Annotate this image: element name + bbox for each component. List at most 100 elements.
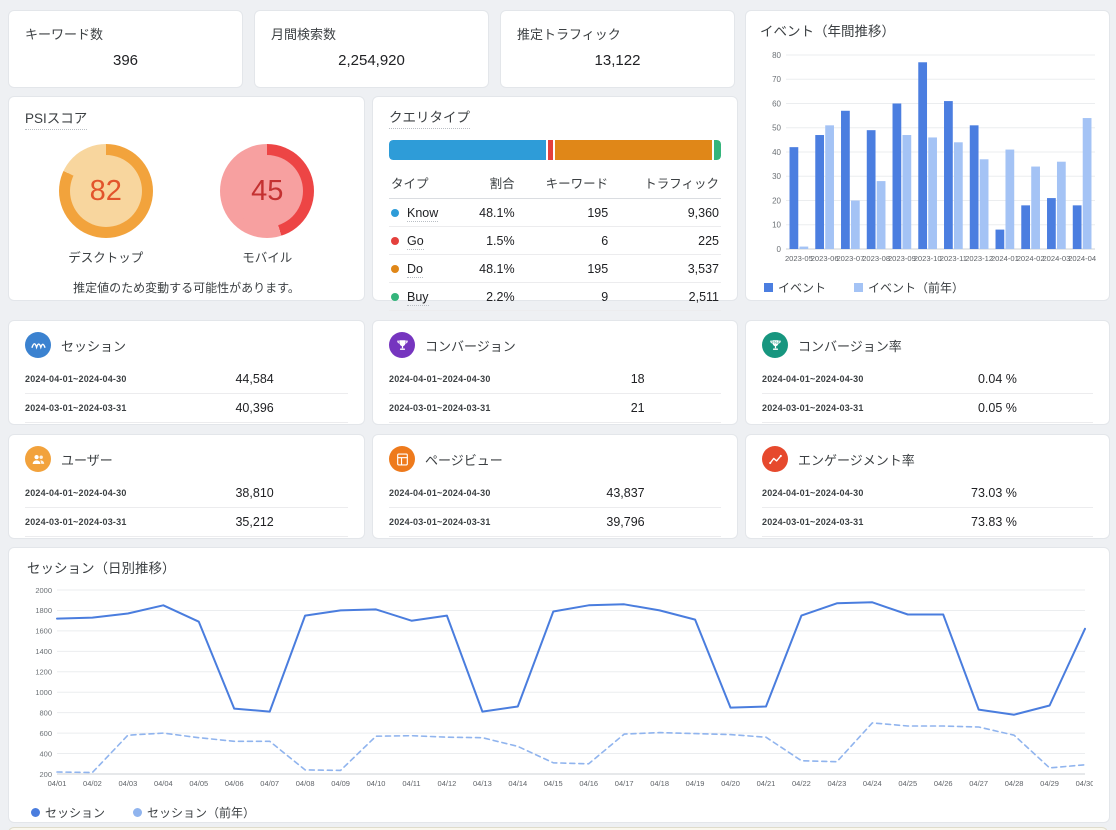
query-type-cell-share: 48.1% <box>461 255 516 283</box>
event-yearly-chart-card: イベント（年間推移） 010203040506070802023-052023-… <box>745 10 1110 301</box>
bar-current <box>815 135 824 249</box>
metric-period: 2024-03-01~2024-03-31 <box>389 403 491 413</box>
x-tick-label: 04/20 <box>721 779 740 788</box>
column-header-traffic: トラフィック <box>610 167 721 199</box>
bar-previous <box>980 159 989 249</box>
stacked-bar-segment <box>548 140 553 160</box>
x-tick-label: 04/18 <box>650 779 669 788</box>
x-tick-label: 04/15 <box>544 779 563 788</box>
query-type-label[interactable]: Do <box>407 262 423 278</box>
session-line-chart-svg: 20040060080010001200140016001800200004/0… <box>27 582 1093 796</box>
column-header-share: 割合 <box>461 167 516 199</box>
y-tick-label: 1000 <box>35 688 52 697</box>
query-type-stacked-bar <box>389 140 721 160</box>
metric-row: 2024-04-01~2024-04-30 43,837 <box>389 479 721 508</box>
y-tick-label: 0 <box>777 245 782 254</box>
users-icon <box>25 446 51 472</box>
metric-period: 2024-04-01~2024-04-30 <box>762 374 864 384</box>
event-chart-title: イベント（年間推移） <box>760 24 895 40</box>
psi-gauge-label: モバイル <box>220 247 314 266</box>
event-bar-chart: 010203040506070802023-052023-062023-0720… <box>760 45 1095 276</box>
query-type-label[interactable]: Go <box>407 234 424 250</box>
metric-period: 2024-03-01~2024-03-31 <box>25 517 127 527</box>
bar-previous <box>902 135 911 249</box>
metric-value: 44,584 <box>235 372 273 386</box>
metric-value: 73.03 % <box>971 486 1017 500</box>
metric-card-header: ページビュー <box>389 446 721 472</box>
y-tick-label: 40 <box>772 148 781 157</box>
x-tick-label: 04/06 <box>225 779 244 788</box>
metric-card: セッション2024-04-01~2024-04-3044,5842024-03-… <box>8 320 365 425</box>
session-chart-legend: セッションセッション（前年） <box>31 804 1091 821</box>
kpi-card-keyword-count: キーワード数 396 <box>8 10 243 88</box>
query-type-cell-keywords: 195 <box>517 255 611 283</box>
query-type-label[interactable]: Buy <box>407 290 429 306</box>
kpi-label: キーワード数 <box>25 24 226 43</box>
zigzag-chart-icon <box>762 446 788 472</box>
metric-period: 2024-04-01~2024-04-30 <box>389 488 491 498</box>
x-tick-label: 04/10 <box>367 779 386 788</box>
y-tick-label: 80 <box>772 51 781 60</box>
metric-period: 2024-04-01~2024-04-30 <box>25 374 127 384</box>
type-color-dot-icon <box>391 293 399 301</box>
x-tick-label: 2024-03 <box>1042 254 1070 263</box>
bar-current <box>944 101 953 249</box>
metric-value: 73.83 % <box>971 515 1017 529</box>
y-tick-label: 1400 <box>35 647 52 656</box>
metric-row: 2024-04-01~2024-04-30 73.03 % <box>762 479 1093 508</box>
metric-row: 2024-04-01~2024-04-30 38,810 <box>25 479 348 508</box>
metric-rows: 2024-04-01~2024-04-300.04 %2024-03-01~20… <box>762 365 1093 423</box>
metric-card-title: ページビュー <box>425 450 503 469</box>
query-type-cell-traffic: 9,360 <box>610 199 721 227</box>
bar-current <box>918 62 927 249</box>
metric-rows: 2024-04-01~2024-04-3073.03 %2024-03-01~2… <box>762 479 1093 537</box>
x-tick-label: 04/11 <box>402 779 420 788</box>
metric-value: 38,810 <box>235 486 273 500</box>
metric-card: %コンバージョン率2024-04-01~2024-04-300.04 %2024… <box>745 320 1110 425</box>
psi-score-card: PSIスコア 82デスクトップ45モバイル 推定値のため変動する可能性があります… <box>8 96 365 301</box>
kpi-value: 13,122 <box>517 52 718 69</box>
metric-row: 2024-04-01~2024-04-3018 <box>389 365 721 394</box>
bar-previous <box>851 201 860 250</box>
x-tick-label: 04/29 <box>1040 779 1059 788</box>
trophy-icon <box>389 332 415 358</box>
query-type-cell-share: 1.5% <box>461 227 516 255</box>
metric-value: 35,212 <box>235 515 273 529</box>
metric-period: 2024-04-01~2024-04-30 <box>25 488 127 498</box>
bar-previous <box>1083 118 1092 249</box>
metric-period: 2024-04-01~2024-04-30 <box>762 488 864 498</box>
query-type-title[interactable]: クエリタイプ <box>389 110 470 129</box>
psi-score-title[interactable]: PSIスコア <box>25 111 87 130</box>
psi-gauge: 45モバイル <box>220 144 314 266</box>
query-type-label[interactable]: Know <box>407 206 438 222</box>
x-tick-label: 2024-04 <box>1068 254 1096 263</box>
y-tick-label: 30 <box>772 172 781 181</box>
event-chart-legend: イベントイベント（前年） <box>764 279 1095 296</box>
x-tick-label: 2023-05 <box>785 254 813 263</box>
y-tick-label: 1600 <box>35 627 52 636</box>
x-tick-label: 04/23 <box>827 779 846 788</box>
metric-value: 21 <box>631 401 645 415</box>
x-tick-label: 2023-11 <box>940 254 967 263</box>
metric-card-header: コンバージョン <box>389 332 721 358</box>
type-color-dot-icon <box>391 265 399 273</box>
line-series-current <box>57 602 1085 714</box>
metric-card-header: セッション <box>25 332 348 358</box>
psi-gauge-score: 82 <box>70 155 142 227</box>
legend-item: セッション <box>31 804 105 821</box>
kpi-card-estimated-traffic: 推定トラフィック 13,122 <box>500 10 735 88</box>
bar-current <box>790 147 799 249</box>
x-tick-label: 04/03 <box>119 779 138 788</box>
metric-value: 43,837 <box>606 486 644 500</box>
x-tick-label: 2023-07 <box>836 254 864 263</box>
legend-marker-icon <box>133 808 142 817</box>
stacked-bar-segment <box>555 140 712 160</box>
metric-rows: 2024-04-01~2024-04-3044,5842024-03-01~20… <box>25 365 348 423</box>
x-tick-label: 04/13 <box>473 779 492 788</box>
bar-current <box>996 230 1005 249</box>
psi-gauges: 82デスクトップ45モバイル <box>25 144 348 266</box>
x-tick-label: 04/02 <box>83 779 102 788</box>
x-tick-label: 04/12 <box>438 779 457 788</box>
bar-previous <box>1005 150 1014 249</box>
x-tick-label: 04/09 <box>331 779 350 788</box>
